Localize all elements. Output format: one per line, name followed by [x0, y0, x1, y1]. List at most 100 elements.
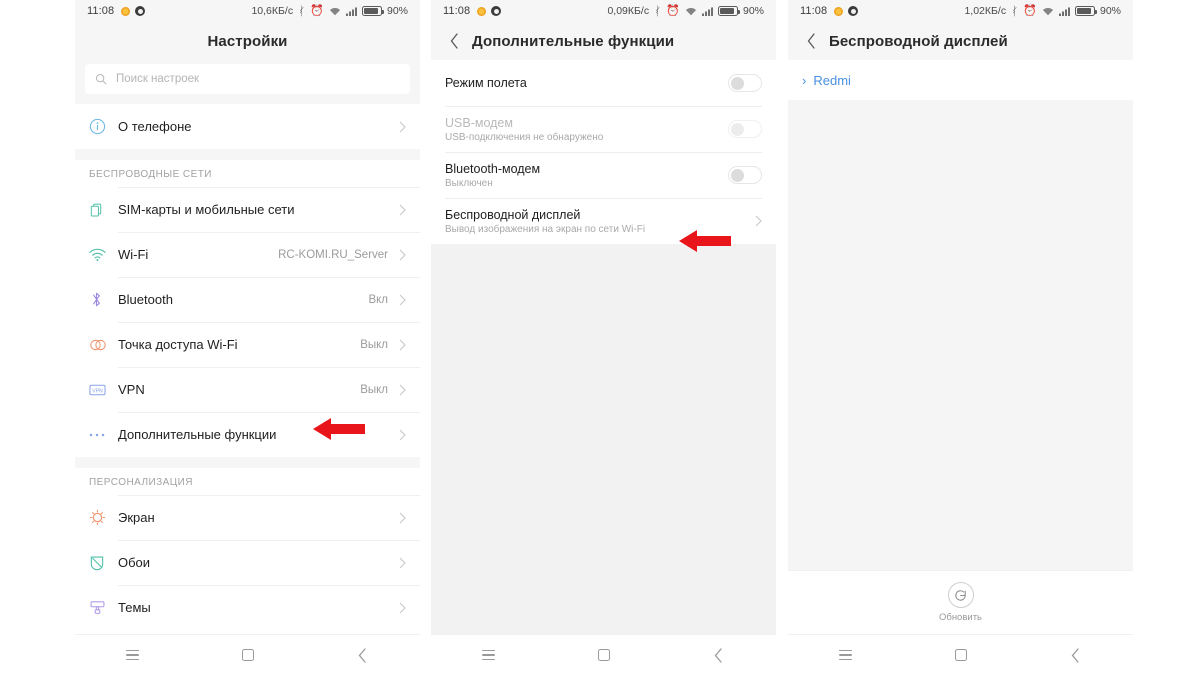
battery-percent: 90% [742, 5, 764, 17]
row-label: USB-модем [445, 115, 513, 130]
phone-screen-wireless-display: 11:08 1,02КБ/c ᚰ ⏰ 90% Беспроводной дисп… [788, 0, 1133, 675]
refresh-icon[interactable] [947, 582, 974, 608]
display-sun-icon [89, 509, 118, 526]
navigation-bar[interactable] [788, 634, 1133, 675]
menu-icon[interactable] [113, 642, 153, 668]
row-label: Дополнительные функции [118, 427, 277, 442]
vpn-icon: VPN [89, 384, 118, 396]
row-control [755, 215, 762, 227]
settings-list[interactable]: О телефоне БЕСПРОВОДНЫЕ СЕТИ SIM-карты и… [75, 104, 420, 634]
chevron-right-icon [397, 294, 406, 306]
sidebar-item-about-phone[interactable]: О телефоне [75, 104, 420, 149]
menu-icon[interactable] [826, 642, 866, 668]
signal-icon [345, 7, 357, 16]
chevron-right-icon [397, 429, 406, 441]
back-button[interactable] [802, 32, 820, 50]
row-control[interactable] [728, 74, 762, 92]
menu-icon[interactable] [469, 642, 509, 668]
status-time: 11:08 [87, 5, 115, 17]
network-speed-label: 1,02КБ/c [964, 5, 1007, 17]
row-subtitle: Выключен [445, 177, 493, 189]
alarm-icon: ⏰ [666, 4, 680, 17]
back-chevron-icon[interactable] [699, 642, 739, 668]
page-title: Беспроводной дисплей [829, 32, 1008, 50]
svg-text:VPN: VPN [92, 388, 103, 394]
chevron-right-icon: › [802, 72, 807, 88]
row-label: Темы [118, 600, 151, 615]
refresh-bar[interactable]: Обновить [788, 570, 1133, 634]
chevron-right-icon [397, 384, 406, 396]
row-label: Bluetooth-модем [445, 161, 541, 176]
sidebar-item-wifi[interactable]: Wi-Fi RC-KOMI.RU_Server [75, 232, 420, 277]
bluetooth-icon: ᚰ [654, 4, 662, 18]
bluetooth-tethering-toggle[interactable] [728, 166, 762, 184]
row-text: Беспроводной дисплей Вывод изображения н… [445, 208, 645, 235]
row-bluetooth-tethering[interactable]: Bluetooth-модем Выключен [431, 152, 776, 198]
bluetooth-icon [89, 291, 118, 308]
group-header-wireless: БЕСПРОВОДНЫЕ СЕТИ [75, 160, 420, 187]
home-square-icon[interactable] [228, 642, 268, 668]
wifi-icon [89, 248, 118, 262]
phone-screen-additional-functions: 11:08 0,09КБ/c ᚰ ⏰ 90% Дополнительные фу… [431, 0, 776, 675]
wallpaper-icon [89, 554, 118, 571]
sidebar-item-display[interactable]: Экран [75, 495, 420, 540]
sidebar-item-bluetooth[interactable]: Bluetooth Вкл [75, 277, 420, 322]
search-area: Поиск настроек [75, 60, 420, 104]
row-wireless-display[interactable]: Беспроводной дисплей Вывод изображения н… [431, 198, 776, 244]
row-subtitle: USB-подключения не обнаружено [445, 131, 604, 143]
sidebar-item-vpn[interactable]: VPN VPN Выкл [75, 367, 420, 412]
status-right-icons: 1,02КБ/c ᚰ ⏰ 90% [964, 5, 1121, 17]
network-speed-label: 10,6КБ/c [251, 5, 294, 17]
status-bar: 11:08 1,02КБ/c ᚰ ⏰ 90% [788, 0, 1133, 22]
sidebar-item-wallpaper[interactable]: Обои [75, 540, 420, 585]
chevron-right-icon [755, 215, 762, 227]
app-notification-icon [848, 6, 859, 16]
info-icon [89, 118, 118, 135]
row-label: Экран [118, 510, 155, 525]
status-right-icons: 10,6КБ/c ᚰ ⏰ 90% [251, 5, 408, 17]
device-list-empty-area [788, 100, 1133, 570]
row-value: Вкл [368, 293, 388, 306]
row-label: Обои [118, 555, 151, 570]
group-divider [75, 457, 420, 468]
chevron-right-icon [397, 249, 406, 261]
navigation-bar[interactable] [75, 634, 420, 675]
back-chevron-icon[interactable] [343, 642, 383, 668]
chevron-right-icon [397, 602, 406, 614]
row-airplane-mode[interactable]: Режим полета [431, 60, 776, 106]
airplane-mode-toggle[interactable] [728, 74, 762, 92]
navigation-bar[interactable] [431, 634, 776, 675]
row-control[interactable] [728, 166, 762, 184]
row-label: О телефоне [118, 119, 192, 134]
row-label: Беспроводной дисплей [445, 207, 581, 222]
sidebar-item-themes[interactable]: Темы [75, 585, 420, 630]
sidebar-item-hotspot[interactable]: Точка доступа Wi-Fi Выкл [75, 322, 420, 367]
hotspot-icon [89, 338, 118, 352]
page-title: Настройки [207, 32, 288, 50]
search-input[interactable]: Поиск настроек [85, 64, 410, 94]
home-square-icon[interactable] [941, 642, 981, 668]
wifi-icon [1042, 6, 1054, 16]
status-right-icons: 0,09КБ/c ᚰ ⏰ 90% [607, 5, 764, 17]
app-notification-icon [135, 6, 146, 16]
signal-icon [701, 7, 713, 16]
additional-functions-list[interactable]: Режим полета USB-модем USB-подключения н… [431, 60, 776, 244]
additional-functions-title-bar: Дополнительные функции [431, 22, 776, 60]
refresh-label: Обновить [938, 612, 982, 623]
group-divider [75, 149, 420, 160]
status-left-icons [477, 6, 502, 16]
sidebar-item-sim-cards[interactable]: SIM-карты и мобильные сети [75, 187, 420, 232]
home-square-icon[interactable] [584, 642, 624, 668]
chevron-right-icon [397, 339, 406, 351]
weather-icon [121, 6, 131, 16]
chevron-right-icon [397, 512, 406, 524]
device-item-redmi[interactable]: › Redmi [788, 60, 1133, 100]
battery-icon [1074, 6, 1098, 16]
back-button[interactable] [445, 32, 463, 50]
sidebar-item-additional-functions[interactable]: Дополнительные функции [75, 412, 420, 457]
battery-percent: 90% [386, 5, 408, 17]
row-text: Bluetooth-модем Выключен [445, 162, 540, 189]
row-subtitle: Вывод изображения на экран по сети Wi-Fi [445, 223, 646, 235]
row-label: Режим полета [445, 76, 527, 90]
back-chevron-icon[interactable] [1056, 642, 1096, 668]
